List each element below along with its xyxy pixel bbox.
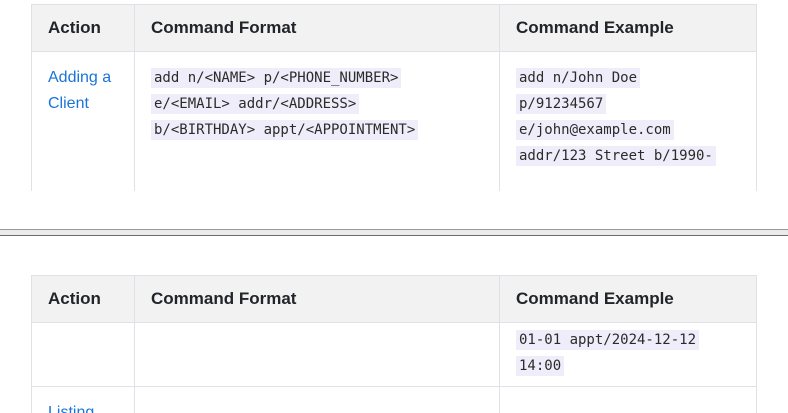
table-row: Listing xyxy=(32,387,756,413)
header-command-format: Command Format xyxy=(135,276,500,322)
header-action: Action xyxy=(32,276,135,322)
adding-client-link[interactable]: Adding a Client xyxy=(48,69,111,112)
command-example-code-continued: 01-01 appt/2024-12-12 14:00 xyxy=(516,330,700,376)
header-command-example: Command Example xyxy=(516,289,674,308)
split-divider xyxy=(0,229,788,236)
header-action: Action xyxy=(32,5,135,51)
table-row: Adding a Client add n/<NAME> p/<PHONE_NU… xyxy=(32,52,756,191)
header-command-example: Command Example xyxy=(516,18,674,37)
command-table-bottom: Action Command Format Command Example 01… xyxy=(31,275,757,413)
table-header-row: Action Command Format Command Example xyxy=(32,275,756,323)
table-header-row: Action Command Format Command Example xyxy=(32,4,756,52)
command-format-code: add n/<NAME> p/<PHONE_NUMBER> e/<EMAIL> a… xyxy=(151,68,419,140)
table-row: 01-01 appt/2024-12-12 14:00 xyxy=(32,323,756,387)
header-command-format: Command Format xyxy=(135,5,500,51)
command-example-code: add n/John Doe p/91234567 e/john@example.c… xyxy=(516,68,716,166)
listing-link[interactable]: Listing xyxy=(48,404,94,413)
command-table-top: Action Command Format Command Example Ad… xyxy=(31,4,757,191)
